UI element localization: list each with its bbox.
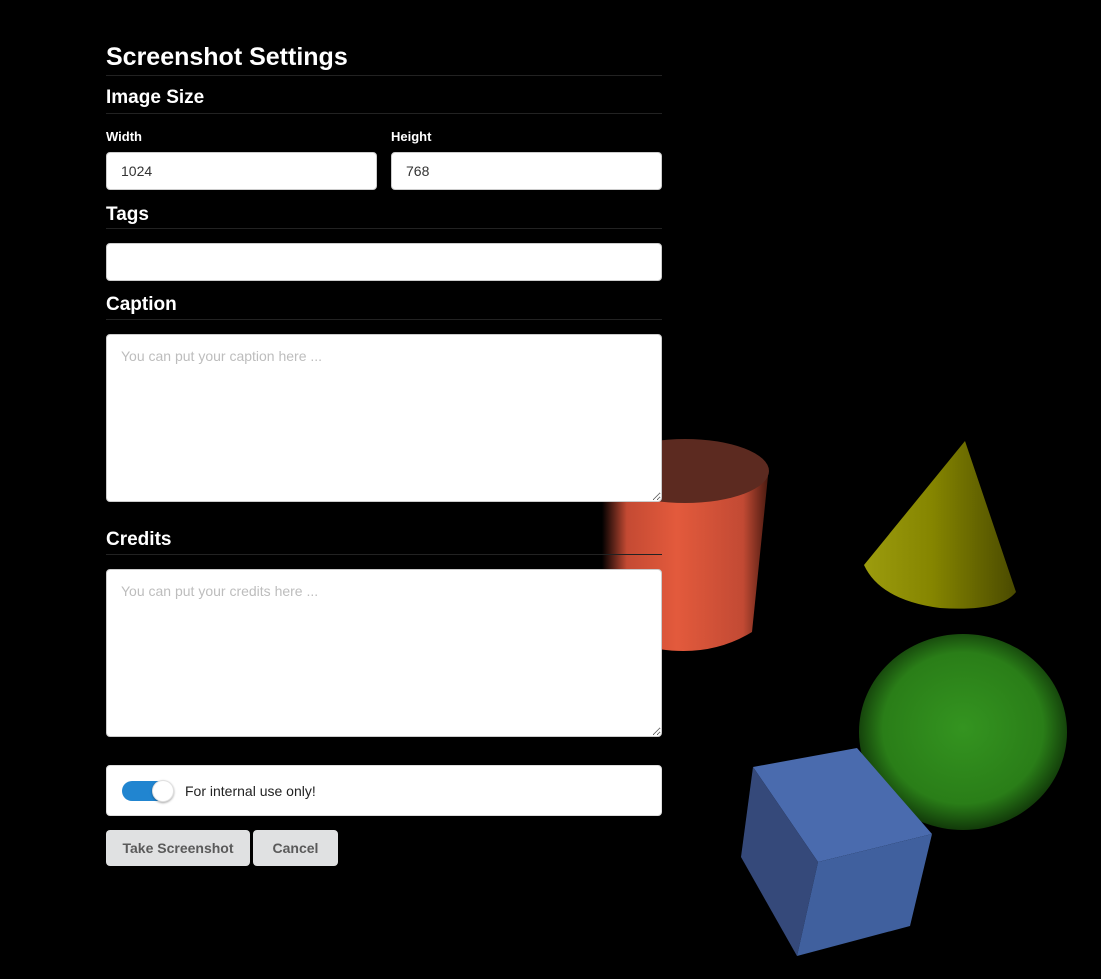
cancel-button[interactable]: Cancel <box>253 830 338 866</box>
credits-textarea[interactable] <box>106 569 662 737</box>
action-buttons: Take Screenshot Cancel <box>106 830 662 866</box>
height-label: Height <box>391 129 432 144</box>
image-size-row: Width Height <box>106 129 662 190</box>
internal-use-label[interactable]: For internal use only! <box>185 783 316 799</box>
credits-heading: Credits <box>106 528 662 555</box>
image-size-heading: Image Size <box>106 86 662 114</box>
dialog-title: Screenshot Settings <box>106 40 662 76</box>
yellow-cone <box>864 441 1016 609</box>
internal-use-toggle-box: For internal use only! <box>106 765 662 816</box>
caption-heading: Caption <box>106 293 662 320</box>
width-field-group: Width <box>106 129 377 190</box>
screenshot-settings-dialog: Screenshot Settings Image Size Width Hei… <box>106 40 662 866</box>
take-screenshot-button[interactable]: Take Screenshot <box>106 830 250 866</box>
width-label: Width <box>106 129 142 144</box>
tags-heading: Tags <box>106 203 662 229</box>
height-input[interactable] <box>391 152 662 190</box>
internal-use-toggle[interactable] <box>122 779 174 802</box>
caption-textarea[interactable] <box>106 334 662 502</box>
width-input[interactable] <box>106 152 377 190</box>
height-field-group: Height <box>391 129 662 190</box>
toggle-knob <box>152 779 174 802</box>
tags-input[interactable] <box>106 243 662 281</box>
